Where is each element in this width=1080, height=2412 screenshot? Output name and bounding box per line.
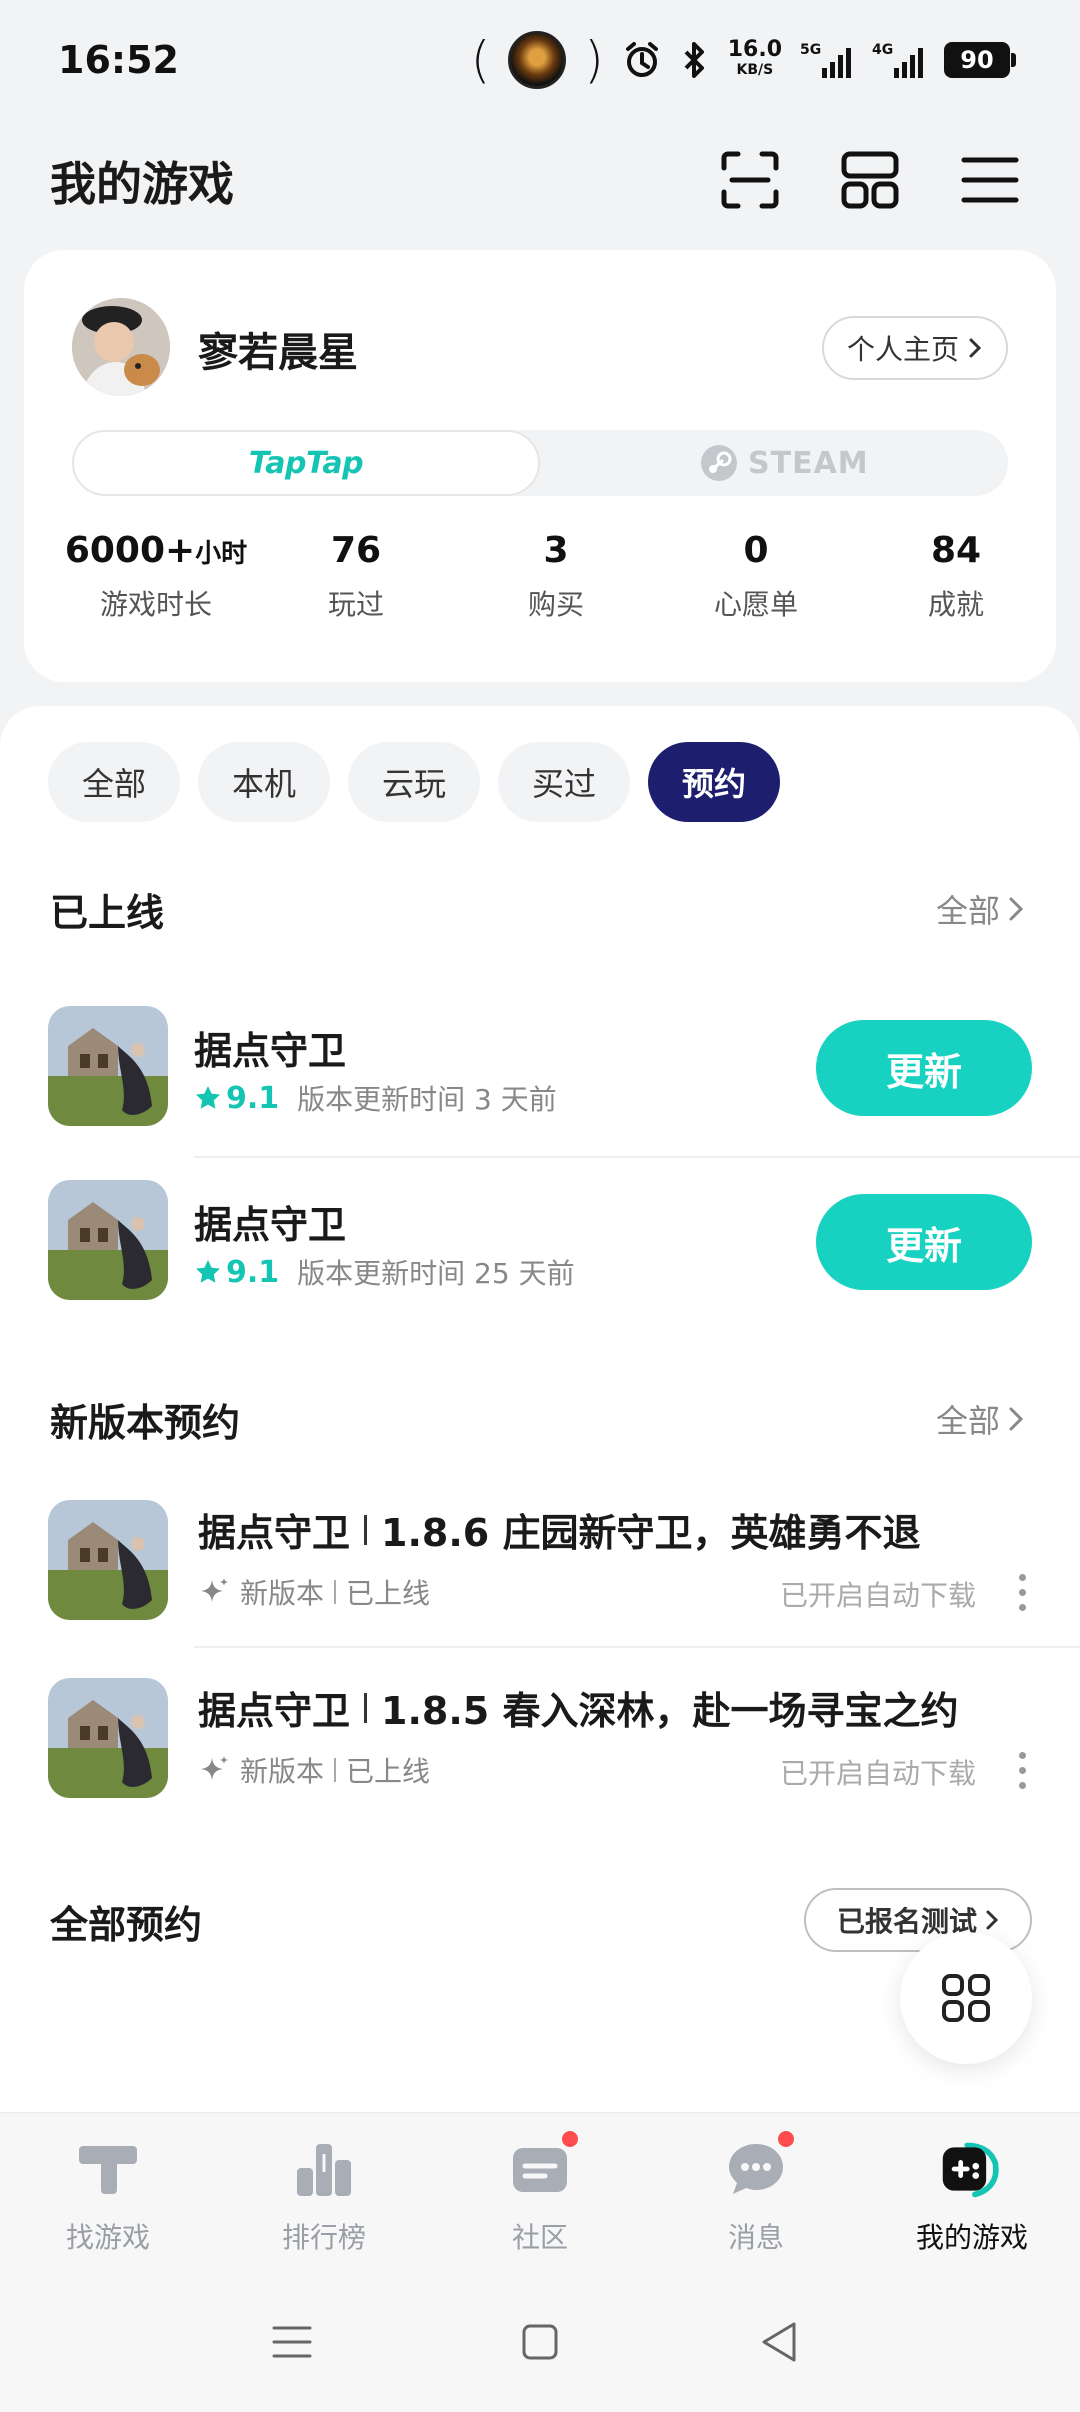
game-name[interactable]: 据点守卫	[194, 1020, 346, 1075]
back-triangle-icon	[762, 2322, 796, 2362]
menu-button[interactable]	[958, 148, 1022, 212]
signal-4g-icon: 4G	[872, 38, 926, 82]
game-meta: 9.1 版本更新时间 25 天前	[194, 1252, 575, 1292]
message-icon	[723, 2128, 797, 2202]
status-icons: ( ) 16.0 KB/S 5G 4G 90	[470, 30, 1016, 90]
username: 寥若晨星	[198, 330, 358, 376]
chevron-right-icon	[1009, 897, 1024, 921]
version-meta: 新版本 已上线	[198, 1572, 430, 1612]
nav-item-community[interactable]: 社区	[460, 2128, 620, 2256]
update-button[interactable]: 更新	[816, 1020, 1032, 1116]
bluetooth-icon	[680, 38, 710, 82]
filter-chip-local[interactable]: 本机	[198, 742, 330, 822]
notification-badge	[775, 2128, 797, 2150]
ranking-icon	[291, 2136, 357, 2202]
chevron-right-icon	[1009, 1407, 1024, 1431]
game-rating: 9.1	[194, 1081, 279, 1116]
game-icon[interactable]	[48, 1180, 168, 1300]
game-meta: 9.1 版本更新时间 3 天前	[194, 1078, 557, 1118]
grid-icon	[942, 1974, 990, 2022]
network-speed: 16.0 KB/S	[727, 37, 782, 79]
steam-label: STEAM	[748, 445, 869, 481]
battery-indicator: 90	[944, 42, 1016, 78]
layout-grid-icon	[841, 151, 899, 209]
back-button[interactable]	[760, 2320, 800, 2368]
signal-5g-icon: 5G	[800, 38, 854, 82]
version-title[interactable]: 据点守卫 1.8.5 春入深林，赴一场寻宝之约	[198, 1680, 958, 1735]
game-name[interactable]: 据点守卫	[194, 1194, 346, 1249]
star-icon	[196, 1086, 220, 1109]
game-icon[interactable]	[48, 1006, 168, 1126]
filter-chip-reserved[interactable]: 预约	[648, 742, 780, 822]
community-icon	[507, 2128, 581, 2202]
version-meta: 新版本 已上线	[198, 1750, 430, 1790]
more-options-icon[interactable]	[1016, 1752, 1028, 1789]
alarm-icon	[622, 38, 662, 82]
steam-icon	[701, 445, 737, 481]
floating-game-icon[interactable]	[508, 31, 567, 89]
nav-item-ranking[interactable]: 排行榜	[244, 2136, 404, 2256]
filter-chip-all[interactable]: 全部	[48, 742, 180, 822]
platform-tab-taptap[interactable]: TapTap	[72, 430, 540, 496]
home-button[interactable]	[520, 2322, 560, 2366]
chevron-right-icon	[986, 1910, 999, 1930]
filter-chip-cloud[interactable]: 云玩	[348, 742, 480, 822]
scan-button[interactable]	[718, 148, 782, 212]
stat-achievements[interactable]: 84 成就	[856, 530, 1056, 623]
find-games-icon	[75, 2136, 141, 2202]
home-square-icon	[522, 2324, 558, 2360]
floating-game-left-bracket: (	[470, 31, 491, 89]
page-title: 我的游戏	[50, 157, 234, 211]
grid-fab-button[interactable]	[900, 1932, 1032, 2064]
update-button[interactable]: 更新	[816, 1194, 1032, 1290]
auto-download-status: 已开启自动下载	[779, 1757, 976, 1790]
auto-download-status: 已开启自动下载	[779, 1579, 976, 1612]
recent-apps-button[interactable]	[272, 2322, 312, 2366]
svg-text:4G: 4G	[872, 42, 893, 58]
stat-wishlist[interactable]: 0 心愿单	[656, 530, 856, 623]
new-version-see-all[interactable]: 全部	[936, 1396, 1024, 1442]
svg-text:5G: 5G	[800, 42, 821, 58]
nav-item-messages[interactable]: 消息	[676, 2128, 836, 2256]
update-time: 版本更新时间 3 天前	[297, 1083, 557, 1116]
nav-item-my-games[interactable]: 我的游戏	[892, 2136, 1052, 2256]
menu-icon	[961, 157, 1019, 203]
stat-purchased[interactable]: 3 购买	[456, 530, 656, 623]
section-title-all-reservations: 全部预约	[50, 1903, 203, 1947]
chevron-right-icon	[969, 338, 982, 358]
game-icon[interactable]	[48, 1500, 168, 1620]
status-time: 16:52	[58, 38, 179, 82]
section-title-released: 已上线	[50, 891, 165, 935]
filter-chip-purchased[interactable]: 买过	[498, 742, 630, 822]
more-options-icon[interactable]	[1016, 1574, 1028, 1611]
taptap-logo: TapTap	[248, 445, 364, 481]
divider	[194, 1156, 1080, 1158]
update-time: 版本更新时间 25 天前	[297, 1257, 575, 1290]
platform-tab-steam[interactable]: STEAM	[700, 430, 869, 496]
sparkle-icon	[201, 1578, 228, 1602]
released-see-all[interactable]: 全部	[936, 886, 1024, 932]
section-title-new-version: 新版本预约	[50, 1401, 241, 1445]
scan-icon	[721, 151, 779, 209]
stat-played[interactable]: 76 玩过	[256, 530, 456, 623]
stat-playtime[interactable]: 6000+小时 游戏时长	[56, 530, 256, 623]
star-icon	[196, 1260, 220, 1283]
notification-badge	[559, 2128, 581, 2150]
game-icon[interactable]	[48, 1678, 168, 1798]
version-title[interactable]: 据点守卫 1.8.6 庄园新守卫，英雄勇不退	[198, 1502, 920, 1557]
divider	[194, 1646, 1080, 1648]
nav-item-find-games[interactable]: 找游戏	[28, 2136, 188, 2256]
profile-home-label: 个人主页	[846, 333, 959, 366]
menu-lines-icon	[272, 2326, 312, 2358]
system-navigation-bar	[0, 2282, 1080, 2412]
sparkle-icon	[201, 1756, 228, 1780]
floating-game-right-bracket: )	[584, 31, 604, 89]
status-bar: 16:52 ( ) 16.0 KB/S 5G 4G 90	[0, 0, 1080, 120]
layout-button[interactable]	[838, 148, 902, 212]
profile-home-button[interactable]: 个人主页	[822, 316, 1008, 380]
game-rating: 9.1	[194, 1255, 279, 1290]
avatar[interactable]	[72, 298, 170, 396]
my-games-icon	[939, 2136, 1005, 2202]
